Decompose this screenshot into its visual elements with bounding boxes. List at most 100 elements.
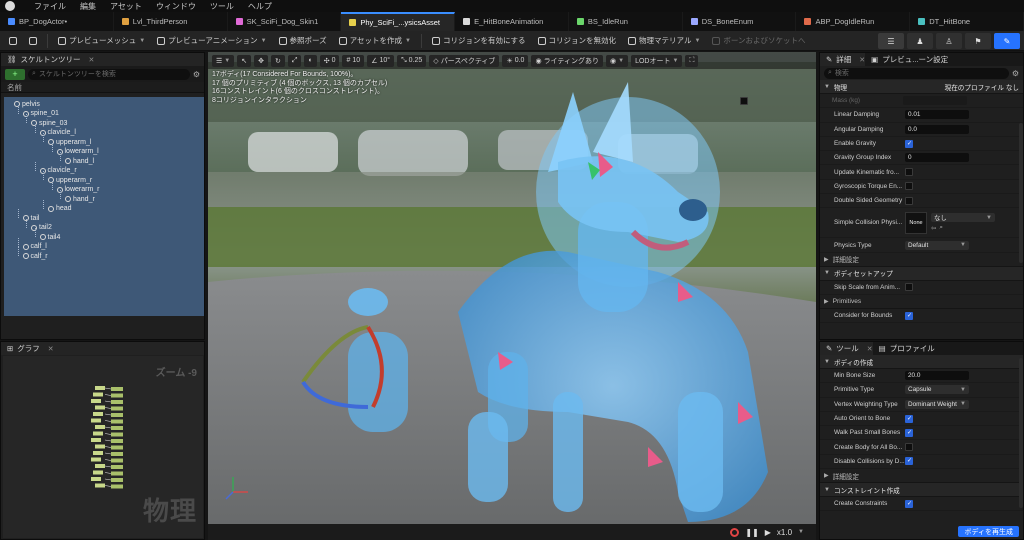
- bone-item-calf-r[interactable]: calf_r: [22, 251, 48, 261]
- update-kinematic-fro-checkbox[interactable]: [905, 168, 913, 177]
- bone-item-clavicle-r[interactable]: clavicle_r: [39, 166, 77, 176]
- gear-icon[interactable]: ⚙: [1012, 69, 1019, 78]
- bone-item-lowerarm-l[interactable]: lowerarm_l: [56, 147, 99, 157]
- tab-preview-settings[interactable]: ▣ プレビュ...ーン設定: [865, 53, 949, 66]
- mass-kg-input[interactable]: [903, 96, 967, 106]
- create-asset-button[interactable]: アセットを作成 ▼: [334, 33, 416, 49]
- min-bone-size-input[interactable]: 20.0: [905, 371, 969, 381]
- menu-asset[interactable]: アセット: [110, 1, 142, 12]
- browse-button[interactable]: [24, 33, 42, 49]
- menu-window[interactable]: ウィンドウ: [156, 1, 196, 12]
- tools-scrollbar[interactable]: [1019, 358, 1023, 508]
- document-tab[interactable]: DT_HitBone: [910, 12, 1024, 31]
- primitive-type-dropdown[interactable]: Capsule ▼: [905, 385, 969, 395]
- camera-speed-button[interactable]: ✣ 0: [319, 54, 340, 67]
- select-tool-button[interactable]: ↖: [237, 54, 252, 67]
- bone-item-tail4[interactable]: tail4: [39, 232, 60, 242]
- animation-mode-button[interactable]: ⚑: [965, 33, 991, 49]
- viewport[interactable]: ☰ ▼ ↖ ✥ ↻ ⤢ ◐ ✣ 0 #10 ∠ 10° ⤡ 0.25 ◇ パースペクティブ…: [208, 52, 816, 540]
- skeleton-mode-button[interactable]: ♟: [907, 33, 933, 49]
- document-tab[interactable]: Phy_SciFi_...ysicsAsset: [341, 12, 456, 31]
- gyroscopic-torque-en-checkbox[interactable]: [905, 182, 913, 191]
- scale-snap-button[interactable]: ⤡ 0.25: [397, 54, 427, 67]
- pause-button[interactable]: ❚❚: [745, 528, 758, 537]
- create-body-for-all-bo-checkbox[interactable]: [905, 443, 913, 452]
- document-tab[interactable]: DS_BoneEnum: [683, 12, 797, 31]
- close-icon[interactable]: ✕: [48, 345, 54, 353]
- bone-item-spine-01[interactable]: spine_01: [22, 109, 59, 119]
- skeleton-search-input[interactable]: ⌕ スケルトンツリーを検索: [28, 68, 190, 80]
- gear-icon[interactable]: ⚙: [193, 70, 200, 79]
- create-constraints-checkbox[interactable]: [905, 499, 913, 508]
- perspective-button[interactable]: ◇ パースペクティブ: [429, 54, 500, 67]
- menu-help[interactable]: ヘルプ: [248, 1, 272, 12]
- record-button[interactable]: [730, 527, 740, 537]
- linear-damping-input[interactable]: 0.01: [905, 110, 969, 120]
- details-search-input[interactable]: ⌕ 検索: [824, 67, 1009, 79]
- browse-asset-icon[interactable]: ⌕: [939, 224, 943, 232]
- menu-tools[interactable]: ツール: [210, 1, 234, 12]
- primitives-section-header[interactable]: ▶ Primitives: [820, 294, 1023, 309]
- document-tab[interactable]: BS_IdleRun: [569, 12, 683, 31]
- viewport-options-button[interactable]: ☰ ▼: [212, 54, 235, 67]
- lighting-mode-button[interactable]: ◉ ライティングあり: [531, 54, 604, 67]
- document-tab[interactable]: ABP_DogIdleRun: [796, 12, 911, 31]
- consider-for-bounds-checkbox[interactable]: [905, 311, 913, 320]
- document-tab[interactable]: Lvl_ThirdPerson: [114, 12, 228, 31]
- collision-material-thumbnail[interactable]: None: [905, 211, 927, 234]
- bone-item-hand-r[interactable]: hand_r: [65, 194, 95, 204]
- document-tab[interactable]: SK_SciFi_Dog_Skin1: [228, 12, 342, 31]
- advanced-section-header[interactable]: ▶ 詳細設定: [820, 252, 1023, 267]
- playback-speed[interactable]: x1.0: [777, 528, 792, 537]
- tab-details[interactable]: ✎ 詳細 ✕: [820, 53, 866, 66]
- close-icon[interactable]: ✕: [89, 56, 95, 64]
- save-button[interactable]: [4, 33, 22, 49]
- scale-tool-button[interactable]: ⤢: [287, 54, 302, 67]
- reference-pose-button[interactable]: 参照ポーズ: [274, 33, 332, 49]
- enable-gravity-checkbox[interactable]: [905, 139, 913, 148]
- angular-damping-input[interactable]: 0.0: [905, 124, 969, 134]
- tab-tools[interactable]: ✎ ツール ✕: [820, 342, 873, 355]
- maximize-viewport-button[interactable]: ⛶: [685, 54, 699, 67]
- bone-item-hand-l[interactable]: hand_l: [65, 156, 94, 166]
- body-setup-section-header[interactable]: ▼ ボディセットアップ: [820, 266, 1023, 281]
- coordinate-space-button[interactable]: ◐: [304, 54, 317, 67]
- auto-orient-to-bone-checkbox[interactable]: [905, 414, 913, 423]
- regenerate-bodies-button[interactable]: ボディを再生成: [958, 526, 1019, 537]
- bone-item-upperarm-l[interactable]: upperarm_l: [48, 137, 91, 147]
- skip-scale-from-anim-checkbox[interactable]: [905, 283, 913, 292]
- menu-file[interactable]: ファイル: [34, 1, 66, 12]
- gravity-group-index-input[interactable]: 0: [905, 153, 969, 163]
- tab-profiles[interactable]: ▤ プロファイル: [872, 342, 935, 355]
- play-button[interactable]: ▶: [765, 528, 771, 537]
- physics-material-button[interactable]: 物理マテリアル ▼: [623, 33, 705, 49]
- document-tab[interactable]: BP_DogActor•: [0, 12, 114, 31]
- use-asset-icon[interactable]: ⇦: [931, 224, 936, 232]
- physics-mode-button[interactable]: ✎: [994, 33, 1020, 49]
- bones-sockets-button[interactable]: ボーンおよびソケットへ: [707, 33, 810, 49]
- rotation-snap-button[interactable]: ∠ 10°: [367, 54, 395, 67]
- double-sided-geometry-checkbox[interactable]: [905, 196, 913, 205]
- move-tool-button[interactable]: ✥: [254, 54, 268, 67]
- walk-past-small-bones-checkbox[interactable]: [905, 428, 913, 437]
- tab-skeleton-tree[interactable]: ⛓ スケルトンツリー ✕: [1, 53, 204, 66]
- enable-collision-button[interactable]: コリジョンを有効にする: [427, 33, 531, 49]
- bone-item-clavicle-l[interactable]: clavicle_l: [39, 128, 76, 138]
- bone-item-upperarm-r[interactable]: upperarm_r: [48, 175, 92, 185]
- document-tab[interactable]: E_HitBoneAnimation: [455, 12, 569, 31]
- bone-item-lowerarm-r[interactable]: lowerarm_r: [56, 185, 100, 195]
- tools-advanced-section-header[interactable]: ▶ 詳細設定: [820, 469, 1023, 484]
- body-creation-section-header[interactable]: ▼ ボディの作成: [820, 355, 1023, 369]
- preview-mesh-button[interactable]: プレビューメッシュ ▼: [53, 33, 150, 49]
- mesh-mode-button[interactable]: ♙: [936, 33, 962, 49]
- bone-item-head[interactable]: head: [48, 204, 72, 214]
- rotate-tool-button[interactable]: ↻: [270, 54, 285, 67]
- disable-collisions-by-d-checkbox[interactable]: [905, 457, 913, 466]
- override-checkbox[interactable]: [740, 96, 748, 105]
- preview-animation-button[interactable]: プレビューアニメーション ▼: [152, 33, 271, 49]
- bone-item-spine-03[interactable]: spine_03: [31, 118, 67, 128]
- menu-edit[interactable]: 編集: [80, 1, 96, 12]
- exposure-button[interactable]: ☀ 0.0: [502, 54, 529, 67]
- grid-snap-button[interactable]: #10: [342, 54, 365, 67]
- physics-section-header[interactable]: ▼ 物理 現在のプロファイル なし: [820, 80, 1023, 94]
